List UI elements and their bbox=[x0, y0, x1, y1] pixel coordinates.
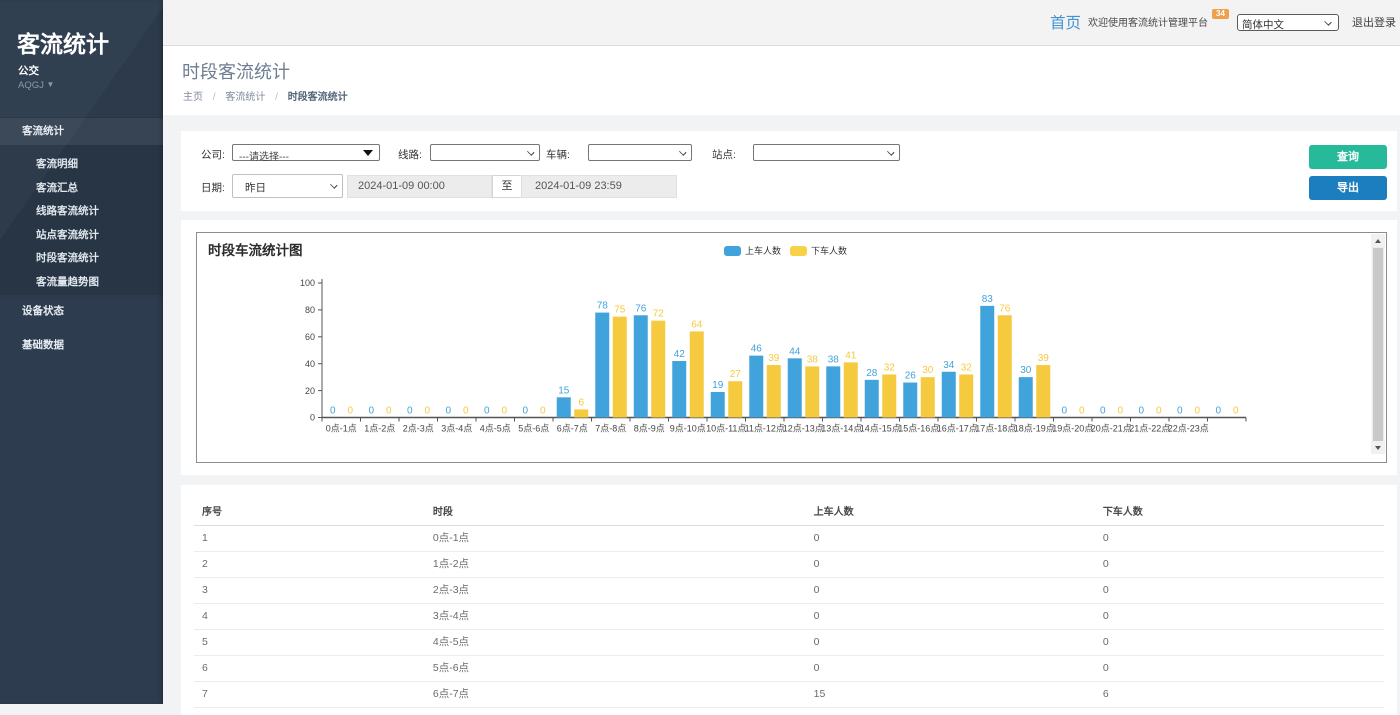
svg-text:38: 38 bbox=[807, 354, 819, 365]
svg-text:4点-5点: 4点-5点 bbox=[480, 424, 511, 434]
svg-text:8点-9点: 8点-9点 bbox=[634, 424, 665, 434]
svg-text:12点-13点: 12点-13点 bbox=[783, 424, 824, 434]
svg-text:19点-20点: 19点-20点 bbox=[1052, 424, 1093, 434]
svg-text:0: 0 bbox=[386, 406, 392, 417]
svg-text:0: 0 bbox=[310, 413, 315, 423]
svg-text:32: 32 bbox=[961, 362, 973, 373]
svg-text:6: 6 bbox=[578, 397, 584, 408]
svg-text:28: 28 bbox=[866, 368, 878, 379]
svg-text:1点-2点: 1点-2点 bbox=[364, 424, 395, 434]
svg-text:11点-12点: 11点-12点 bbox=[745, 424, 785, 434]
svg-text:16点-17点: 16点-17点 bbox=[937, 424, 978, 434]
svg-text:17点-18点: 17点-18点 bbox=[975, 424, 1016, 434]
svg-text:6点-7点: 6点-7点 bbox=[557, 424, 588, 434]
svg-text:3点-4点: 3点-4点 bbox=[441, 424, 472, 434]
svg-text:39: 39 bbox=[768, 353, 780, 364]
svg-text:0: 0 bbox=[1177, 406, 1183, 417]
svg-text:0: 0 bbox=[347, 406, 353, 417]
svg-text:72: 72 bbox=[653, 309, 665, 320]
svg-text:0: 0 bbox=[501, 406, 507, 417]
svg-text:30: 30 bbox=[1020, 365, 1032, 376]
svg-text:44: 44 bbox=[789, 346, 801, 357]
svg-text:0: 0 bbox=[484, 406, 490, 417]
svg-text:10点-11点: 10点-11点 bbox=[706, 424, 746, 434]
svg-text:0: 0 bbox=[407, 406, 413, 417]
svg-text:21点-22点: 21点-22点 bbox=[1129, 424, 1170, 434]
svg-text:83: 83 bbox=[982, 294, 994, 305]
svg-text:34: 34 bbox=[943, 360, 955, 371]
svg-text:0: 0 bbox=[1138, 406, 1144, 417]
svg-text:46: 46 bbox=[751, 344, 763, 355]
svg-text:20: 20 bbox=[305, 386, 315, 396]
svg-text:42: 42 bbox=[674, 349, 686, 360]
svg-text:15: 15 bbox=[558, 385, 570, 396]
svg-text:7点-8点: 7点-8点 bbox=[595, 424, 626, 434]
svg-text:14点-15点: 14点-15点 bbox=[860, 424, 901, 434]
svg-text:0: 0 bbox=[1079, 406, 1085, 417]
svg-text:0: 0 bbox=[1233, 406, 1239, 417]
svg-text:78: 78 bbox=[597, 301, 609, 312]
svg-text:0: 0 bbox=[445, 406, 451, 417]
svg-text:0: 0 bbox=[330, 406, 336, 417]
svg-text:19: 19 bbox=[712, 380, 724, 391]
svg-text:76: 76 bbox=[999, 303, 1011, 314]
svg-text:38: 38 bbox=[828, 354, 840, 365]
svg-text:0: 0 bbox=[1100, 406, 1106, 417]
svg-text:76: 76 bbox=[635, 303, 647, 314]
svg-text:0: 0 bbox=[540, 406, 546, 417]
svg-text:39: 39 bbox=[1038, 353, 1050, 364]
svg-text:5点-6点: 5点-6点 bbox=[518, 424, 549, 434]
svg-text:13点-14点: 13点-14点 bbox=[821, 424, 862, 434]
svg-text:27: 27 bbox=[730, 369, 742, 380]
svg-text:40: 40 bbox=[305, 359, 315, 369]
svg-text:26: 26 bbox=[905, 371, 917, 382]
svg-text:32: 32 bbox=[884, 362, 896, 373]
svg-text:0: 0 bbox=[424, 406, 430, 417]
svg-text:60: 60 bbox=[305, 332, 315, 342]
svg-text:0: 0 bbox=[1156, 406, 1162, 417]
svg-text:22点-23点: 22点-23点 bbox=[1168, 424, 1209, 434]
svg-text:2点-3点: 2点-3点 bbox=[403, 424, 434, 434]
svg-text:64: 64 bbox=[691, 319, 703, 330]
svg-text:80: 80 bbox=[305, 305, 315, 315]
svg-text:0: 0 bbox=[1215, 406, 1221, 417]
svg-text:0点-1点: 0点-1点 bbox=[326, 424, 357, 434]
svg-text:20点-21点: 20点-21点 bbox=[1091, 424, 1132, 434]
svg-text:0: 0 bbox=[1117, 406, 1123, 417]
svg-text:0: 0 bbox=[463, 406, 469, 417]
svg-text:18点-19点: 18点-19点 bbox=[1014, 424, 1055, 434]
svg-text:15点-16点: 15点-16点 bbox=[898, 424, 939, 434]
svg-text:9点-10点: 9点-10点 bbox=[670, 424, 706, 434]
svg-text:0: 0 bbox=[522, 406, 528, 417]
svg-text:100: 100 bbox=[300, 278, 315, 288]
svg-text:41: 41 bbox=[845, 350, 857, 361]
svg-text:0: 0 bbox=[368, 406, 374, 417]
svg-text:75: 75 bbox=[614, 305, 626, 316]
svg-text:0: 0 bbox=[1194, 406, 1200, 417]
svg-text:30: 30 bbox=[922, 365, 934, 376]
svg-text:0: 0 bbox=[1061, 406, 1067, 417]
